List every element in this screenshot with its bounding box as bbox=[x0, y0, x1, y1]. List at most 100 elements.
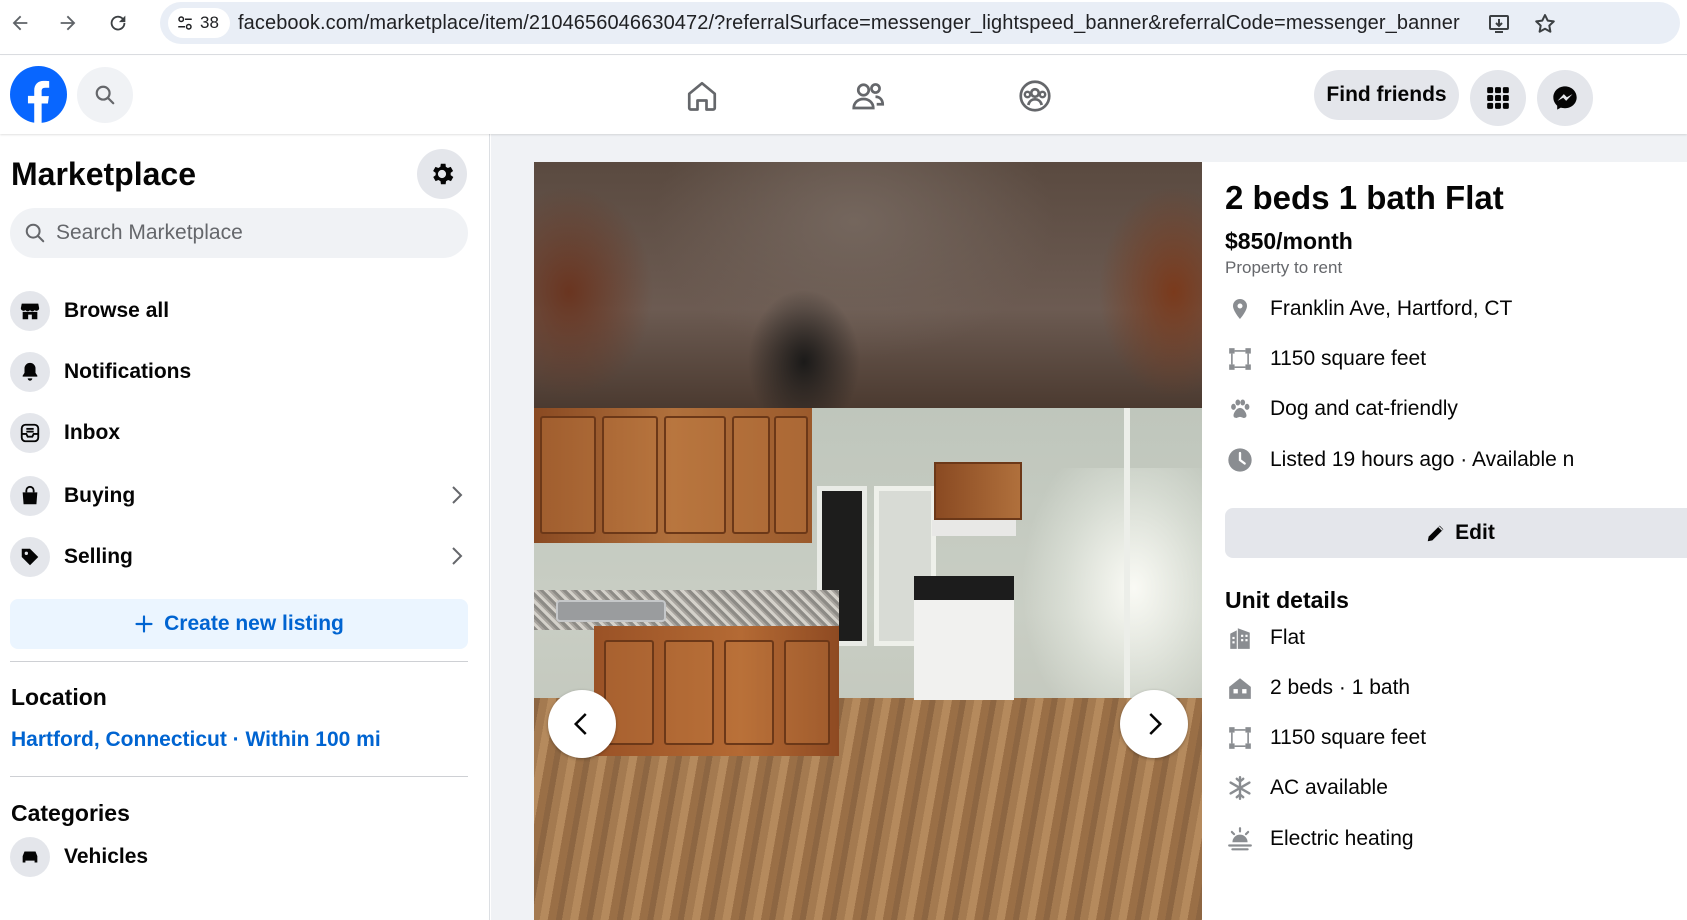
sidebar-item-buying[interactable]: Buying bbox=[10, 471, 480, 521]
arrow-right-icon bbox=[60, 15, 76, 31]
photo-lower-cabinets bbox=[594, 626, 839, 756]
search-icon bbox=[95, 85, 115, 105]
friends-icon bbox=[852, 83, 885, 110]
groups-icon bbox=[1019, 80, 1051, 112]
create-new-listing-button[interactable]: Create new listing bbox=[10, 599, 468, 649]
facebook-search-button[interactable] bbox=[77, 67, 133, 123]
messenger-icon bbox=[1553, 86, 1577, 110]
photo-blurred-backdrop bbox=[534, 162, 1202, 408]
photo-cabinet-door bbox=[784, 640, 830, 745]
sidebar-icon-circle bbox=[10, 352, 50, 392]
unit-detail-type: Flat bbox=[1225, 622, 1305, 654]
url-text[interactable]: facebook.com/marketplace/item/2104656046… bbox=[238, 12, 1460, 35]
sidebar-icon-circle bbox=[10, 537, 50, 577]
marketplace-search[interactable] bbox=[10, 208, 468, 258]
sidebar-item-notifications[interactable]: Notifications bbox=[10, 347, 480, 397]
photo-cabinet-door bbox=[774, 416, 808, 534]
listing-fact-size: 1150 square feet bbox=[1225, 343, 1426, 375]
listing-location[interactable]: Franklin Ave, Hartford, CT bbox=[1225, 293, 1512, 325]
tag-icon bbox=[21, 548, 39, 566]
gear-icon bbox=[433, 163, 454, 185]
photo-range-hood bbox=[932, 520, 1016, 536]
address-bar[interactable]: 38 facebook.com/marketplace/item/2104656… bbox=[160, 2, 1680, 44]
back-button[interactable] bbox=[6, 9, 34, 37]
location-link[interactable]: Hartford, Connecticut · Within 100 mi bbox=[11, 728, 381, 752]
square-feet-icon bbox=[1229, 348, 1251, 370]
fact-text: 1150 square feet bbox=[1270, 347, 1427, 370]
unit-detail-text: Flat bbox=[1270, 626, 1306, 649]
photo-small-cabinet bbox=[934, 462, 1022, 520]
sidebar-icon-circle bbox=[10, 291, 50, 331]
next-photo-button[interactable] bbox=[1120, 690, 1188, 758]
menu-button[interactable] bbox=[1470, 70, 1526, 126]
previous-photo-button[interactable] bbox=[548, 690, 616, 758]
fact-icon-wrap bbox=[1225, 394, 1255, 424]
unit-detail-beds: 2 beds · 1 bath bbox=[1225, 672, 1410, 704]
listing-details-panel: 2 beds 1 bath Flat $850/month Property t… bbox=[1202, 162, 1687, 920]
reload-icon bbox=[110, 15, 126, 31]
location-title: Location bbox=[11, 684, 107, 710]
bell-icon bbox=[22, 362, 38, 381]
messenger-button[interactable] bbox=[1537, 70, 1593, 126]
sidebar-item-browse-all[interactable]: Browse all bbox=[10, 286, 480, 336]
photo-pipe bbox=[1124, 408, 1130, 708]
sidebar-icon-circle bbox=[10, 837, 50, 877]
sidebar-item-selling[interactable]: Selling bbox=[10, 532, 480, 582]
facebook-header: Find friends bbox=[0, 56, 1687, 134]
sidebar-icon-circle bbox=[10, 413, 50, 453]
groups-nav-button[interactable] bbox=[1013, 74, 1057, 118]
categories-title: Categories bbox=[11, 800, 130, 826]
location-pin-icon bbox=[1233, 299, 1247, 319]
sidebar-icon-circle bbox=[10, 476, 50, 516]
category-vehicles[interactable]: Vehicles bbox=[10, 832, 480, 882]
fact-text: Dog and cat-friendly bbox=[1270, 397, 1458, 420]
reload-button[interactable] bbox=[104, 9, 132, 37]
chevron-left-icon bbox=[573, 713, 587, 735]
friends-nav-button[interactable] bbox=[846, 74, 890, 118]
unit-details-title: Unit details bbox=[1225, 587, 1349, 613]
home-nav-button[interactable] bbox=[680, 74, 724, 118]
paw-icon bbox=[1231, 399, 1250, 418]
building-icon bbox=[1230, 628, 1250, 649]
photo-cabinet-door bbox=[664, 416, 726, 534]
photo-cabinet-door bbox=[732, 416, 770, 534]
divider bbox=[10, 776, 468, 777]
marketplace-search-input[interactable] bbox=[56, 221, 436, 245]
install-icon bbox=[1489, 15, 1509, 33]
chevron-right-icon bbox=[452, 486, 463, 504]
create-listing-label: Create new listing bbox=[164, 612, 344, 635]
listing-type: Property to rent bbox=[1225, 258, 1343, 277]
arrow-left-icon bbox=[12, 15, 28, 31]
chevron-right-icon bbox=[452, 547, 463, 565]
fact-text: Listed 19 hours ago · Available n bbox=[1270, 448, 1575, 471]
fact-icon-wrap bbox=[1225, 723, 1255, 753]
find-friends-button[interactable]: Find friends bbox=[1314, 70, 1459, 120]
divider bbox=[10, 661, 468, 662]
install-app-button[interactable] bbox=[1486, 11, 1512, 37]
unit-detail-text: 1150 square feet bbox=[1270, 726, 1427, 749]
forward-button[interactable] bbox=[54, 9, 82, 37]
unit-detail-size: 1150 square feet bbox=[1225, 722, 1426, 754]
sidebar-item-label: Notifications bbox=[64, 360, 192, 383]
pencil-icon bbox=[1427, 525, 1444, 542]
marketplace-settings-button[interactable] bbox=[417, 149, 467, 199]
listing-price: $850/month bbox=[1225, 228, 1353, 254]
edit-label: Edit bbox=[1455, 521, 1495, 544]
inbox-icon bbox=[20, 423, 40, 443]
fact-icon-wrap bbox=[1225, 824, 1255, 854]
site-info-chip[interactable]: 38 bbox=[168, 8, 230, 38]
tab-count: 38 bbox=[200, 13, 219, 32]
photo-upper-cabinets bbox=[534, 408, 812, 543]
fact-icon-wrap bbox=[1225, 445, 1255, 475]
facebook-logo[interactable] bbox=[10, 66, 67, 123]
fact-icon-wrap bbox=[1225, 623, 1255, 653]
bookmark-button[interactable] bbox=[1532, 11, 1558, 37]
listing-photo[interactable] bbox=[534, 162, 1202, 920]
photo-kitchen-image bbox=[534, 408, 1202, 920]
sidebar-item-label: Vehicles bbox=[64, 845, 149, 868]
edit-listing-button[interactable]: Edit bbox=[1225, 508, 1687, 558]
chevron-right-icon bbox=[1149, 713, 1163, 735]
sidebar-item-inbox[interactable]: Inbox bbox=[10, 408, 480, 458]
unit-detail-text: 2 beds · 1 bath bbox=[1270, 676, 1411, 699]
heating-icon bbox=[1228, 827, 1252, 851]
